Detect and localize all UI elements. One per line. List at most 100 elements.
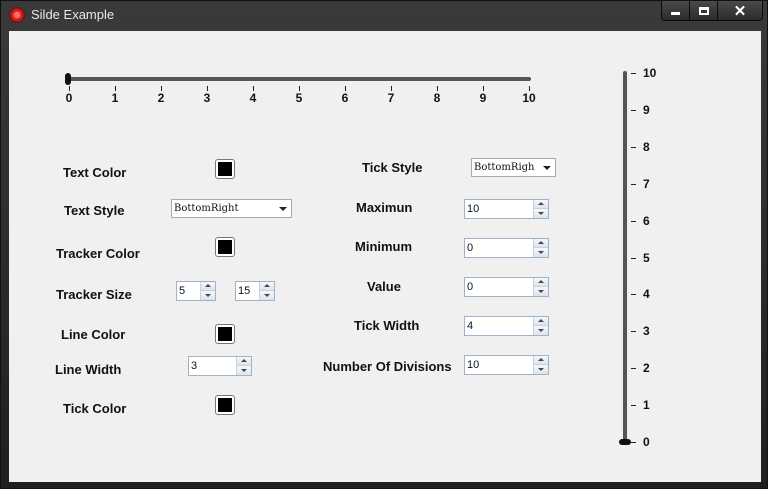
vertical-tick-label: 7 xyxy=(643,176,650,191)
close-button[interactable]: ✕ xyxy=(718,1,762,20)
vertical-tick-label: 2 xyxy=(643,361,650,376)
tracker-color-label: Tracker Color xyxy=(56,246,140,261)
maximum-value: 10 xyxy=(467,203,480,215)
spin-down-icon[interactable] xyxy=(534,209,548,218)
spin-down-icon[interactable] xyxy=(260,291,274,300)
line-color-label: Line Color xyxy=(61,327,126,342)
app-icon xyxy=(9,7,25,23)
horizontal-tick-label: 4 xyxy=(249,91,257,105)
horizontal-tick-label: 10 xyxy=(522,91,536,105)
vertical-tick-mark xyxy=(631,183,636,185)
spin-buttons xyxy=(533,239,548,257)
horizontal-tick-label: 7 xyxy=(387,91,395,105)
number-of-divisions-spinbox[interactable]: 10 xyxy=(464,355,549,375)
line-color-fill xyxy=(218,327,232,341)
minimum-label: Minimum xyxy=(355,239,413,254)
line-width-spinbox[interactable]: 3 xyxy=(188,356,252,376)
spin-up-icon[interactable] xyxy=(201,282,215,291)
minimum-spinbox[interactable]: 0 xyxy=(464,238,549,258)
tick-style-value: BottomRigh xyxy=(474,162,535,173)
tracker-size-label: Tracker Size xyxy=(56,287,132,302)
spin-buttons xyxy=(533,356,548,374)
spin-down-icon[interactable] xyxy=(534,287,548,296)
minimize-button[interactable] xyxy=(662,1,690,20)
spin-up-icon[interactable] xyxy=(237,357,251,366)
tick-style-select[interactable]: BottomRigh xyxy=(471,158,556,177)
vertical-tick-mark xyxy=(631,257,636,259)
app-window: Silde Example ✕ 0 1 2 3 4 5 6 7 8 9 10 10 9 8 7 6 5 4 3 2 1… xyxy=(0,0,768,489)
spin-down-icon[interactable] xyxy=(201,291,215,300)
horizontal-tick-label: 9 xyxy=(479,91,487,105)
text-style-select[interactable]: BottomRight xyxy=(171,199,292,218)
value-value: 0 xyxy=(467,281,474,293)
horizontal-tick-label: 6 xyxy=(341,91,349,105)
chevron-down-icon xyxy=(543,166,551,170)
maximum-spinbox[interactable]: 10 xyxy=(464,199,549,219)
spin-buttons xyxy=(533,278,548,296)
vertical-tick-mark xyxy=(631,442,636,443)
tick-width-value: 4 xyxy=(467,320,474,332)
tracker-color-swatch[interactable] xyxy=(215,237,235,257)
tick-color-label: Tick Color xyxy=(63,401,127,416)
vertical-tick-label: 5 xyxy=(643,250,650,265)
spin-buttons xyxy=(533,200,548,218)
vertical-tick-mark xyxy=(631,109,636,111)
spin-down-icon[interactable] xyxy=(237,366,251,375)
text-color-fill xyxy=(218,162,232,176)
spin-up-icon[interactable] xyxy=(534,356,548,365)
vertical-tick-mark xyxy=(631,368,636,370)
vertical-tick-label: 4 xyxy=(643,287,650,302)
vertical-slider-track[interactable] xyxy=(623,71,627,442)
vertical-tick-mark xyxy=(631,294,636,296)
spin-buttons xyxy=(259,282,274,300)
text-style-label: Text Style xyxy=(64,203,125,218)
spin-down-icon[interactable] xyxy=(534,326,548,335)
spin-buttons xyxy=(236,357,251,375)
vertical-tick-mark xyxy=(631,405,636,407)
horizontal-tick-label: 8 xyxy=(433,91,441,105)
tick-width-spinbox[interactable]: 4 xyxy=(464,316,549,336)
vertical-tick-label: 6 xyxy=(643,213,650,228)
maximize-button[interactable] xyxy=(690,1,718,20)
window-title: Silde Example xyxy=(31,7,115,22)
vertical-tick-label: 3 xyxy=(643,324,650,339)
spin-up-icon[interactable] xyxy=(534,317,548,326)
number-of-divisions-value: 10 xyxy=(467,359,480,371)
tick-color-swatch[interactable] xyxy=(215,395,235,415)
close-icon: ✕ xyxy=(733,3,747,20)
spin-up-icon[interactable] xyxy=(534,278,548,287)
spin-down-icon[interactable] xyxy=(534,365,548,374)
tick-style-label: Tick Style xyxy=(362,160,423,175)
tracker-size-height-value: 15 xyxy=(238,285,251,297)
maximum-label: Maximun xyxy=(356,200,413,215)
vertical-tick-label: 1 xyxy=(643,398,650,413)
spin-up-icon[interactable] xyxy=(534,239,548,248)
vertical-tick-label: 8 xyxy=(643,139,650,154)
tracker-color-fill xyxy=(218,240,232,254)
title-bar[interactable]: Silde Example ✕ xyxy=(1,1,768,29)
spin-up-icon[interactable] xyxy=(260,282,274,291)
horizontal-slider-thumb[interactable] xyxy=(65,73,71,85)
tick-color-fill xyxy=(218,398,232,412)
window-controls: ✕ xyxy=(661,1,763,21)
text-style-value: BottomRight xyxy=(174,203,239,214)
text-color-label: Text Color xyxy=(63,165,127,180)
client-area: 0 1 2 3 4 5 6 7 8 9 10 10 9 8 7 6 5 4 3 2 1 0 Text Color Tex… xyxy=(9,31,761,482)
minimize-icon xyxy=(671,12,680,15)
horizontal-tick-label: 1 xyxy=(111,91,119,105)
vertical-tick-mark xyxy=(631,146,636,148)
tracker-size-width-spinbox[interactable]: 5 xyxy=(176,281,216,301)
text-color-swatch[interactable] xyxy=(215,159,235,179)
tracker-size-height-spinbox[interactable]: 15 xyxy=(235,281,275,301)
line-width-value: 3 xyxy=(191,360,198,372)
spin-buttons xyxy=(533,317,548,335)
vertical-tick-label: 0 xyxy=(643,435,650,449)
value-spinbox[interactable]: 0 xyxy=(464,277,549,297)
vertical-tick-mark xyxy=(631,220,636,222)
horizontal-slider-track[interactable] xyxy=(69,77,531,81)
vertical-slider-thumb[interactable] xyxy=(619,439,631,445)
vertical-tick-mark xyxy=(631,73,636,74)
line-color-swatch[interactable] xyxy=(215,324,235,344)
spin-up-icon[interactable] xyxy=(534,200,548,209)
spin-down-icon[interactable] xyxy=(534,248,548,257)
